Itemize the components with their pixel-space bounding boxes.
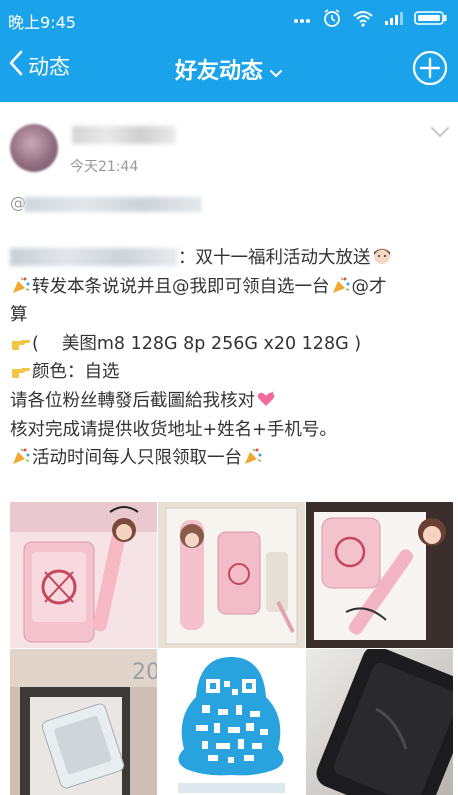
pointing-hand-emoji	[11, 332, 31, 352]
status-time: 晚上9:45	[8, 13, 76, 32]
add-post-button[interactable]	[412, 50, 448, 90]
post-line-7: 核对完成请提供收货地址+姓名+手机号。	[10, 416, 450, 445]
svg-text:20: 20	[132, 660, 157, 685]
mention-blurred	[24, 197, 202, 212]
signal-icon	[384, 10, 404, 30]
feed-post: 今天21:44 @ ：双十一福利活动大放送 转发本条说说并且@我即可领自选一台 @…	[0, 102, 458, 795]
post-text: ：双十一福利活动大放送	[178, 248, 371, 268]
post-line-4: ( 美图m8 128G 8p 256G x20 128G )	[10, 330, 450, 359]
phone-in-box-photo: 20	[10, 649, 157, 795]
post-text: 活动时间每人只限领取一台	[32, 448, 242, 469]
party-popper-emoji	[331, 275, 351, 295]
post-line-5: 颜色：自选	[10, 358, 450, 387]
post-line-6: 请各位粉丝轉發后截圖給我核对	[10, 387, 450, 416]
post-time: 今天21:44	[70, 159, 139, 175]
post-text-tail: @才	[351, 276, 387, 297]
pointing-hand-emoji	[11, 360, 31, 380]
dots-icon	[292, 11, 312, 30]
post-line-3: 算	[10, 301, 450, 330]
pink-selfie-stick-photo	[158, 502, 305, 648]
party-popper-emoji	[11, 446, 31, 466]
post-line-8: 活动时间每人只限领取一台	[10, 444, 450, 473]
party-popper-emoji	[11, 275, 31, 295]
wifi-icon	[352, 9, 374, 31]
party-popper-emoji	[243, 446, 263, 466]
hearts-emoji	[256, 389, 276, 409]
mention-line[interactable]: @	[10, 193, 204, 214]
post-line-2: 转发本条说说并且@我即可领自选一台 @才	[10, 273, 450, 302]
handle-blurred	[10, 248, 178, 266]
post-text: 转发本条说说并且@我即可领自选一台	[32, 276, 330, 297]
page-title: 好友动态	[174, 59, 263, 84]
post-text: 核对完成请提供收货地址+姓名+手机号。	[10, 419, 337, 440]
post-line-1: ：双十一福利活动大放送	[10, 244, 450, 273]
photo-4[interactable]: 20	[10, 649, 157, 795]
pink-phone-with-stick-photo	[306, 502, 453, 648]
photo-1[interactable]	[10, 502, 157, 648]
pink-phone-box-photo	[10, 502, 157, 648]
black-phone-photo	[306, 649, 453, 795]
post-text: ( 美图m8 128G 8p 256G x20 128G )	[32, 333, 362, 354]
post-text: 算	[10, 305, 28, 326]
status-bar: 晚上9:45	[0, 0, 458, 36]
photo-6[interactable]	[306, 649, 453, 795]
title-bar: 动态 好友动态	[0, 36, 458, 102]
photo-3[interactable]	[306, 502, 453, 648]
post-body: ：双十一福利活动大放送 转发本条说说并且@我即可领自选一台 @才 算 ( 美图m8…	[10, 244, 450, 473]
author-name-blurred[interactable]	[72, 126, 176, 144]
girl-emoji	[372, 246, 392, 266]
battery-icon	[414, 10, 448, 30]
qr-code-photo	[158, 649, 305, 795]
chevron-down-icon[interactable]	[430, 124, 450, 143]
photo-grid: 20	[10, 502, 453, 795]
photo-2[interactable]	[158, 502, 305, 648]
page-title-dropdown[interactable]: 好友动态	[0, 53, 458, 85]
plus-circle-icon	[412, 50, 448, 90]
post-text: 请各位粉丝轉發后截圖給我核对	[10, 390, 255, 411]
photo-5[interactable]	[158, 649, 305, 795]
chevron-down-icon	[269, 60, 283, 85]
post-text: 颜色：自选	[32, 362, 120, 383]
alarm-icon	[322, 8, 342, 32]
avatar[interactable]	[10, 124, 58, 172]
